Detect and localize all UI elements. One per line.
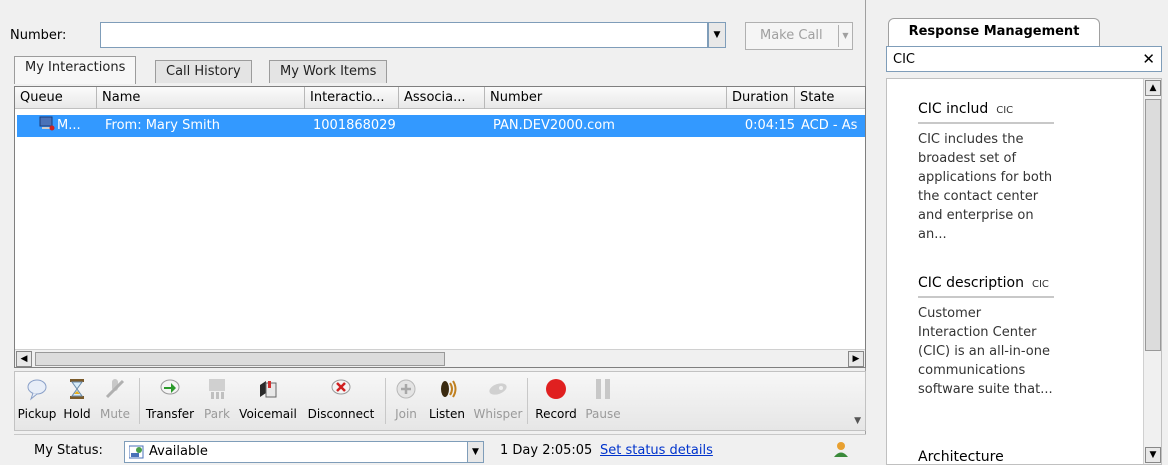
response-tag: CIC — [996, 105, 1014, 116]
toolbar-separator — [527, 378, 528, 424]
presence-icon[interactable] — [832, 440, 850, 458]
grid-header: Queue Name Interactio... Associa... Numb… — [15, 87, 865, 109]
toolbar-overflow-icon[interactable]: ▼ — [854, 416, 861, 426]
cell-interaction: 1001868029 — [313, 118, 396, 133]
hourglass-icon — [70, 379, 84, 399]
status-bar: My Status: Available ▼ 1 Day 2:05:05 Set… — [14, 434, 866, 465]
scroll-thumb[interactable] — [1145, 99, 1161, 351]
record-icon — [546, 379, 566, 399]
queue-icon — [39, 115, 59, 137]
voicemail-button[interactable]: Voicemail — [237, 375, 299, 429]
response-tag: CIC — [1031, 279, 1049, 290]
search-value: CIC — [893, 52, 915, 67]
response-body: Customer Interaction Center (CIC) is an … — [918, 306, 1053, 397]
column-header-duration[interactable]: Duration — [727, 87, 795, 109]
voicemail-icon — [260, 381, 277, 398]
column-header-associated[interactable]: Associa... — [399, 87, 485, 109]
interactions-grid: Queue Name Interactio... Associa... Numb… — [14, 86, 866, 368]
list-item[interactable]: Architecture — [918, 449, 1054, 464]
pickup-button[interactable]: Pickup — [17, 375, 57, 429]
transfer-button[interactable]: Transfer — [143, 375, 197, 429]
list-item[interactable]: CIC includ CIC CIC includes the broadest … — [918, 101, 1054, 244]
column-header-state[interactable]: State — [795, 87, 867, 109]
interaction-tabs: My Interactions Call History My Work Ite… — [14, 56, 854, 84]
join-button[interactable]: Join — [389, 375, 423, 429]
record-button[interactable]: Record — [531, 375, 581, 429]
chevron-down-icon[interactable]: ▼ — [467, 442, 483, 462]
scroll-up-icon[interactable]: ▲ — [1145, 80, 1161, 96]
disconnect-button[interactable]: Disconnect — [301, 375, 381, 429]
close-icon[interactable]: ✕ — [1142, 50, 1155, 68]
make-call-button[interactable]: Make Call ▼ — [745, 22, 853, 50]
response-body: CIC includes the broadest set of applica… — [918, 132, 1053, 242]
scroll-right-icon[interactable]: ▶ — [848, 351, 864, 367]
cell-number: PAN.DEV2000.com — [493, 118, 615, 133]
disconnect-icon — [331, 379, 351, 395]
set-status-details-link[interactable]: Set status details — [600, 443, 713, 458]
join-icon — [396, 379, 416, 399]
chevron-down-icon: ▼ — [713, 30, 721, 40]
cell-name: From: Mary Smith — [105, 118, 220, 133]
response-search-input[interactable]: CIC ✕ — [886, 46, 1162, 72]
available-status-icon — [129, 445, 144, 459]
response-list: CIC includ CIC CIC includes the broadest … — [886, 78, 1162, 465]
call-toolbar: Pickup Hold Mute Transfer Park Voicemail… — [14, 371, 866, 431]
column-header-name[interactable]: Name — [97, 87, 305, 109]
response-title: Architecture — [918, 449, 1054, 464]
tab-my-work-items[interactable]: My Work Items — [269, 60, 388, 83]
cell-queue: M... — [57, 118, 81, 133]
number-label: Number: — [10, 28, 67, 43]
toolbar-separator — [385, 378, 386, 424]
tab-call-history[interactable]: Call History — [155, 60, 252, 83]
scroll-thumb[interactable] — [35, 352, 445, 366]
number-input[interactable] — [100, 22, 708, 48]
interactions-pane: Number: ▼ Make Call ▼ My Interactions Ca… — [0, 0, 866, 465]
listen-button[interactable]: Listen — [425, 375, 469, 429]
status-duration: 1 Day 2:05:05 — [500, 443, 593, 458]
pause-button[interactable]: Pause — [583, 375, 623, 429]
response-title: CIC description CIC — [918, 275, 1054, 298]
vertical-scrollbar[interactable]: ▲ ▼ — [1143, 79, 1161, 464]
response-management-pane: Response Management CIC ✕ CIC includ CIC … — [866, 0, 1168, 465]
park-icon — [209, 379, 225, 399]
scroll-left-icon[interactable]: ◀ — [16, 351, 32, 367]
toolbar-separator — [139, 378, 140, 424]
column-header-number[interactable]: Number — [485, 87, 727, 109]
listen-icon — [441, 380, 457, 398]
cell-duration: 0:04:15 — [744, 118, 795, 133]
table-row[interactable]: M... From: Mary Smith 1001868029 PAN.DEV… — [17, 115, 865, 137]
pause-icon — [596, 379, 610, 399]
whisper-icon — [489, 383, 507, 395]
number-dropdown-button[interactable]: ▼ — [708, 22, 726, 48]
mic-muted-icon — [105, 379, 125, 399]
cell-associated — [405, 115, 485, 137]
transfer-arrow-icon — [160, 379, 180, 395]
column-header-interaction[interactable]: Interactio... — [305, 87, 399, 109]
tab-response-management[interactable]: Response Management — [888, 18, 1100, 46]
pickup-icon — [27, 379, 47, 401]
status-label: My Status: — [34, 443, 103, 458]
number-bar: Number: ▼ Make Call ▼ — [0, 0, 866, 52]
cell-state: ACD - As — [801, 118, 858, 133]
hold-button[interactable]: Hold — [59, 375, 95, 429]
mute-button[interactable]: Mute — [97, 375, 133, 429]
tab-my-interactions[interactable]: My Interactions — [14, 56, 137, 84]
scroll-down-icon[interactable]: ▼ — [1145, 447, 1161, 463]
response-title: CIC includ CIC — [918, 101, 1054, 124]
horizontal-scrollbar[interactable]: ◀ ▶ — [15, 349, 865, 367]
list-item[interactable]: CIC description CIC Customer Interaction … — [918, 275, 1054, 399]
make-call-dropdown-icon[interactable]: ▼ — [838, 25, 852, 47]
status-select[interactable]: Available ▼ — [124, 441, 484, 463]
park-button[interactable]: Park — [199, 375, 235, 429]
make-call-label: Make Call — [760, 28, 823, 43]
whisper-button[interactable]: Whisper — [471, 375, 525, 429]
status-value: Available — [149, 444, 208, 459]
column-header-queue[interactable]: Queue — [15, 87, 97, 109]
